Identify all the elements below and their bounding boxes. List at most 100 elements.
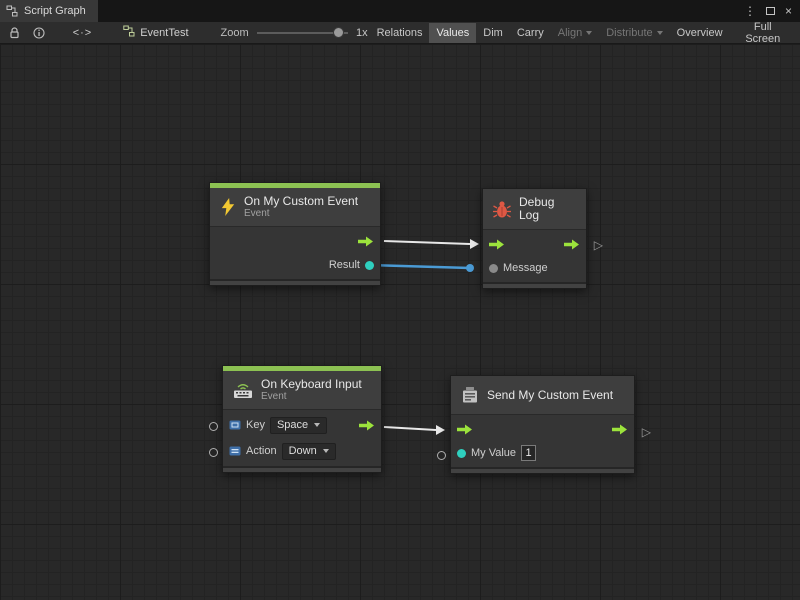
tabbar-spacer	[98, 0, 744, 22]
close-icon[interactable]: ×	[785, 5, 792, 17]
port-row: Message	[483, 256, 586, 280]
node-title: On Keyboard Input	[261, 378, 362, 391]
node-header[interactable]: Debug Log	[483, 189, 586, 229]
chevron-down-icon	[323, 449, 329, 453]
tab-script-graph[interactable]: Script Graph	[0, 0, 98, 22]
node-footer	[451, 467, 634, 473]
overview-button[interactable]: Overview	[670, 23, 730, 43]
graph-canvas[interactable]: On My Custom Event Event Result	[0, 44, 800, 600]
node-subtitle: Event	[261, 391, 362, 402]
control-output-port[interactable]	[359, 420, 375, 431]
tab-title: Script Graph	[24, 5, 86, 17]
lightning-icon	[219, 198, 237, 216]
chevron-down-icon	[657, 31, 663, 35]
chevron-down-icon	[586, 31, 592, 35]
node-body: My Value	[451, 414, 634, 467]
node-on-my-custom-event[interactable]: On My Custom Event Event Result	[209, 182, 381, 286]
node-footer	[483, 282, 586, 288]
carry-button[interactable]: Carry	[510, 23, 551, 43]
zoom-label: Zoom	[221, 27, 249, 39]
keyboard-icon	[232, 381, 254, 399]
graph-reference[interactable]: EventTest	[123, 25, 188, 40]
continuation-triangle-icon: ▷	[594, 238, 603, 252]
full-screen-button[interactable]: Full Screen	[730, 23, 797, 43]
node-on-keyboard-input[interactable]: On Keyboard Input Event Key Space	[222, 365, 382, 473]
value-output-port[interactable]	[365, 261, 374, 270]
port-label: My Value	[471, 447, 516, 459]
value-input-port[interactable]	[457, 449, 466, 458]
control-output-port[interactable]	[358, 236, 374, 247]
control-output-port[interactable]	[612, 424, 628, 435]
port-row	[210, 229, 380, 253]
node-send-my-custom-event[interactable]: Send My Custom Event My Value	[450, 375, 635, 474]
port-label: Action	[246, 445, 277, 457]
action-type-icon	[229, 445, 241, 457]
distribute-button[interactable]: Distribute	[599, 23, 669, 43]
value-input-port-action[interactable]	[209, 448, 218, 457]
bug-icon	[492, 199, 512, 219]
window-controls: ⋮ ×	[744, 0, 800, 22]
relations-button[interactable]: Relations	[370, 23, 430, 43]
values-button[interactable]: Values	[429, 23, 476, 43]
value-connection-result-to-message[interactable]	[365, 261, 474, 272]
node-title-line2: Log	[519, 209, 554, 222]
script-graph-asset-icon	[123, 25, 135, 40]
tab-bar: Script Graph ⋮ ×	[0, 0, 800, 22]
control-input-port[interactable]	[457, 424, 473, 435]
node-subtitle: Event	[244, 208, 358, 219]
dim-button[interactable]: Dim	[476, 23, 510, 43]
custom-event-icon	[460, 385, 480, 405]
port-row: Action Down	[223, 438, 381, 464]
control-output-port[interactable]	[564, 239, 580, 250]
distribute-label: Distribute	[606, 27, 652, 39]
control-connection-keyboard-to-send[interactable]	[384, 425, 445, 435]
align-button[interactable]: Align	[551, 23, 599, 43]
align-label: Align	[558, 27, 582, 39]
port-label: Result	[329, 259, 360, 271]
node-body: Result	[210, 226, 380, 279]
chevron-down-icon	[314, 423, 320, 427]
port-row: My Value	[451, 441, 634, 465]
graph-icon	[6, 5, 18, 17]
node-header[interactable]: On My Custom Event Event	[210, 188, 380, 226]
continuation-triangle-icon: ▷	[642, 425, 651, 439]
port-row: Result	[210, 253, 380, 277]
node-title: On My Custom Event	[244, 195, 358, 208]
control-input-port[interactable]	[489, 239, 505, 250]
info-icon[interactable]	[28, 23, 50, 43]
my-value-input[interactable]	[521, 445, 536, 461]
menu-icon[interactable]: ⋮	[744, 5, 756, 17]
node-footer	[223, 466, 381, 472]
key-dropdown[interactable]: Space	[270, 417, 327, 434]
value-input-port-key[interactable]	[209, 422, 218, 431]
port-label: Message	[503, 262, 548, 274]
port-label: Key	[246, 419, 265, 431]
toolbar-button-group: Relations Values Dim Carry Align Distrib…	[370, 23, 796, 43]
connections-layer	[0, 44, 800, 600]
node-debug-log[interactable]: Debug Log Message ▷	[482, 188, 587, 289]
node-header[interactable]: On Keyboard Input Event	[223, 371, 381, 409]
value-input-port[interactable]	[489, 264, 498, 273]
graph-toolbar: <·> EventTest Zoom 1x Relations Values D…	[0, 22, 800, 44]
maximize-icon[interactable]	[766, 5, 775, 17]
node-body: Message	[483, 229, 586, 282]
graph-name: EventTest	[140, 27, 188, 39]
zoom-slider[interactable]	[257, 23, 348, 43]
port-row	[451, 417, 634, 441]
code-view-button[interactable]: <·>	[66, 23, 100, 43]
control-connection-event-to-log[interactable]	[384, 239, 479, 249]
lock-icon[interactable]	[4, 23, 26, 43]
key-dropdown-value: Space	[277, 419, 308, 431]
port-row: Key Space	[223, 412, 381, 438]
unity-graph-window: Script Graph ⋮ × <·>	[0, 0, 800, 600]
node-header[interactable]: Send My Custom Event	[451, 376, 634, 414]
keycode-type-icon	[229, 419, 241, 431]
node-footer	[210, 279, 380, 285]
value-input-port-my-value[interactable]	[437, 451, 446, 460]
zoom-slider-knob[interactable]	[333, 27, 344, 38]
port-row	[483, 232, 586, 256]
node-body: Key Space	[223, 409, 381, 466]
node-title: Send My Custom Event	[487, 389, 613, 402]
action-dropdown[interactable]: Down	[282, 443, 336, 460]
zoom-value: 1x	[356, 27, 368, 39]
